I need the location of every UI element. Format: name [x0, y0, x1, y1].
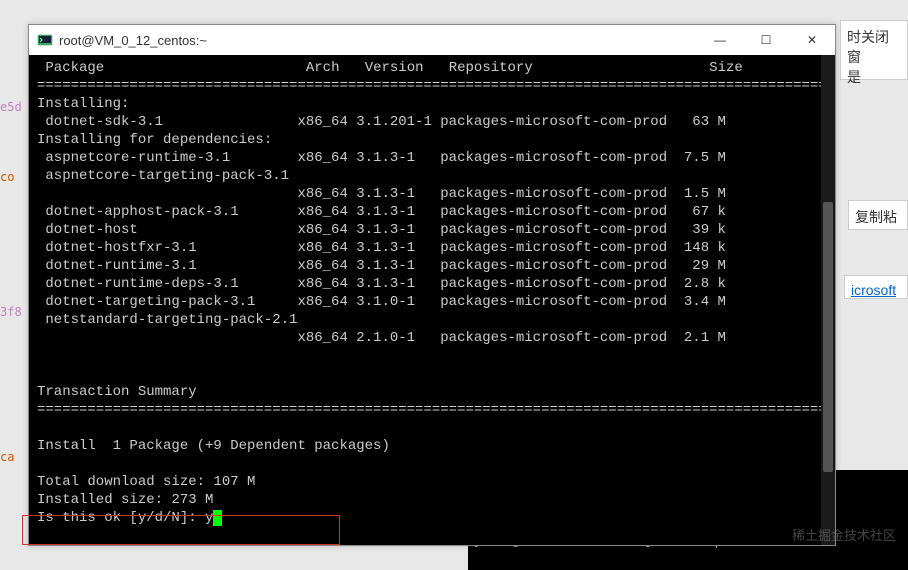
watermark: 稀土掘金技术社区	[792, 525, 896, 544]
minimize-button[interactable]: —	[697, 25, 743, 55]
divider: ========================================…	[37, 402, 835, 418]
section-installing: Installing:	[37, 96, 129, 112]
bg-link[interactable]: icrosoft	[851, 282, 896, 298]
col-repository: Repository	[449, 60, 533, 76]
cursor	[213, 510, 222, 526]
left-tag: 3f8	[0, 305, 22, 319]
section-summary: Transaction Summary	[37, 384, 197, 400]
confirm-prompt[interactable]: Is this ok [y/d/N]: y	[37, 510, 213, 526]
maximize-button[interactable]: ☐	[743, 25, 789, 55]
bg-text: 是	[847, 69, 861, 85]
terminal-output[interactable]: Package Arch Version Repository Size ===…	[29, 55, 835, 545]
ssh-icon	[37, 32, 53, 48]
titlebar[interactable]: root@VM_0_12_centos:~ — ☐ ✕	[29, 25, 835, 55]
scrollbar-thumb[interactable]	[823, 202, 833, 472]
install-count: Install 1 Package (+9 Dependent packages…	[37, 438, 390, 454]
left-tag: e5d	[0, 100, 22, 114]
col-package: Package	[37, 60, 104, 76]
col-size: Size	[709, 60, 743, 76]
col-version: Version	[365, 60, 424, 76]
installed-size: Installed size: 273 M	[37, 492, 213, 508]
left-tag: ca	[0, 450, 14, 464]
total-download: Total download size: 107 M	[37, 474, 255, 490]
terminal-window: root@VM_0_12_centos:~ — ☐ ✕ Package Arch…	[28, 24, 836, 546]
divider: ========================================…	[37, 78, 835, 94]
bg-text: 时关闭窗	[847, 29, 889, 65]
col-arch: Arch	[306, 60, 340, 76]
left-tag: co	[0, 170, 14, 184]
bg-copy: 复制粘	[855, 209, 897, 225]
window-title: root@VM_0_12_centos:~	[59, 33, 697, 48]
scrollbar[interactable]	[821, 55, 835, 545]
close-button[interactable]: ✕	[789, 25, 835, 55]
